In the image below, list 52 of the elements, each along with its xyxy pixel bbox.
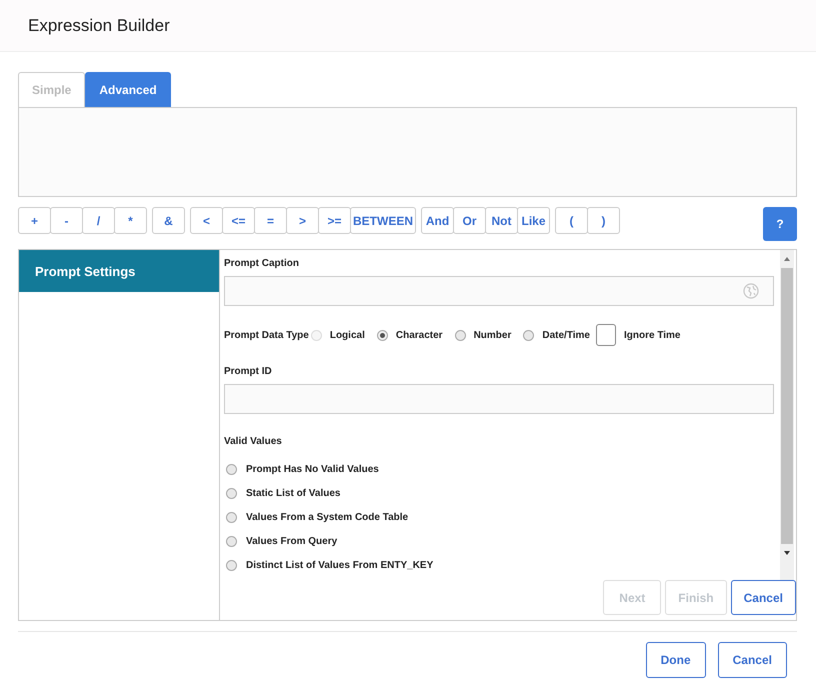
checkbox-label: Ignore Time [624, 330, 680, 340]
caption-field[interactable] [224, 276, 774, 306]
radio-label: Number [474, 330, 512, 340]
operator-button[interactable]: & [152, 207, 185, 234]
tab[interactable]: Advanced [85, 72, 171, 107]
checkbox[interactable] [596, 324, 616, 346]
radio-label: Character [396, 330, 443, 340]
radio-label: Values From a System Code Table [246, 512, 408, 522]
operator-button[interactable]: = [254, 207, 287, 234]
section-label: Valid Values [224, 436, 283, 447]
operator-button[interactable]: / [82, 207, 115, 234]
radio-button[interactable] [523, 330, 534, 340]
operator-button[interactable]: ( [555, 207, 588, 234]
sidebar-item[interactable]: Prompt Settings [19, 250, 219, 292]
radio-label: Static List of Values [246, 488, 340, 498]
operator-button[interactable]: >= [318, 207, 351, 234]
operator-button[interactable]: < [190, 207, 223, 234]
operator-button[interactable]: Like [517, 207, 550, 234]
operator-button[interactable]: Not [485, 207, 518, 234]
footer-button[interactable]: Cancel [718, 642, 787, 678]
wizard-button[interactable]: Cancel [730, 580, 796, 615]
radio-button[interactable] [226, 536, 237, 546]
radio-label: Date/Time [542, 330, 590, 340]
radio-label: Distinct List of Values From ENTY_KEY [246, 560, 434, 570]
radio-button[interactable] [376, 330, 388, 340]
field-label: Prompt Caption [224, 258, 300, 269]
radio-label: Values From Query [246, 536, 338, 546]
radio-button[interactable] [226, 560, 237, 570]
footer-button[interactable]: Done [646, 642, 706, 678]
field-label: Prompt ID [224, 366, 273, 377]
help-button[interactable]: ? [763, 207, 797, 241]
operator-button[interactable]: * [114, 207, 147, 234]
radio-button[interactable] [226, 488, 237, 498]
radio-button[interactable] [454, 330, 466, 340]
window-title: Expression Builder [28, 16, 170, 36]
prompt-id-field[interactable] [224, 384, 774, 414]
globe-icon[interactable] [743, 283, 759, 299]
operator-button[interactable]: ) [587, 207, 620, 234]
operator-button[interactable]: > [286, 207, 319, 234]
expression-editor[interactable] [18, 107, 797, 197]
operator-button[interactable]: And [421, 207, 454, 234]
operator-button[interactable]: - [50, 207, 83, 234]
operator-button[interactable]: + [18, 207, 51, 234]
operator-button[interactable]: Or [453, 207, 486, 234]
scrollbar[interactable] [780, 250, 794, 580]
operator-button[interactable]: BETWEEN [350, 207, 416, 234]
operator-button[interactable]: <= [222, 207, 255, 234]
radio-label: Prompt Has No Valid Values [246, 464, 379, 474]
radio-label: Logical [330, 330, 365, 340]
field-label: Prompt Data Type [224, 330, 309, 340]
radio-button[interactable] [226, 464, 237, 474]
radio-button[interactable] [226, 512, 237, 522]
